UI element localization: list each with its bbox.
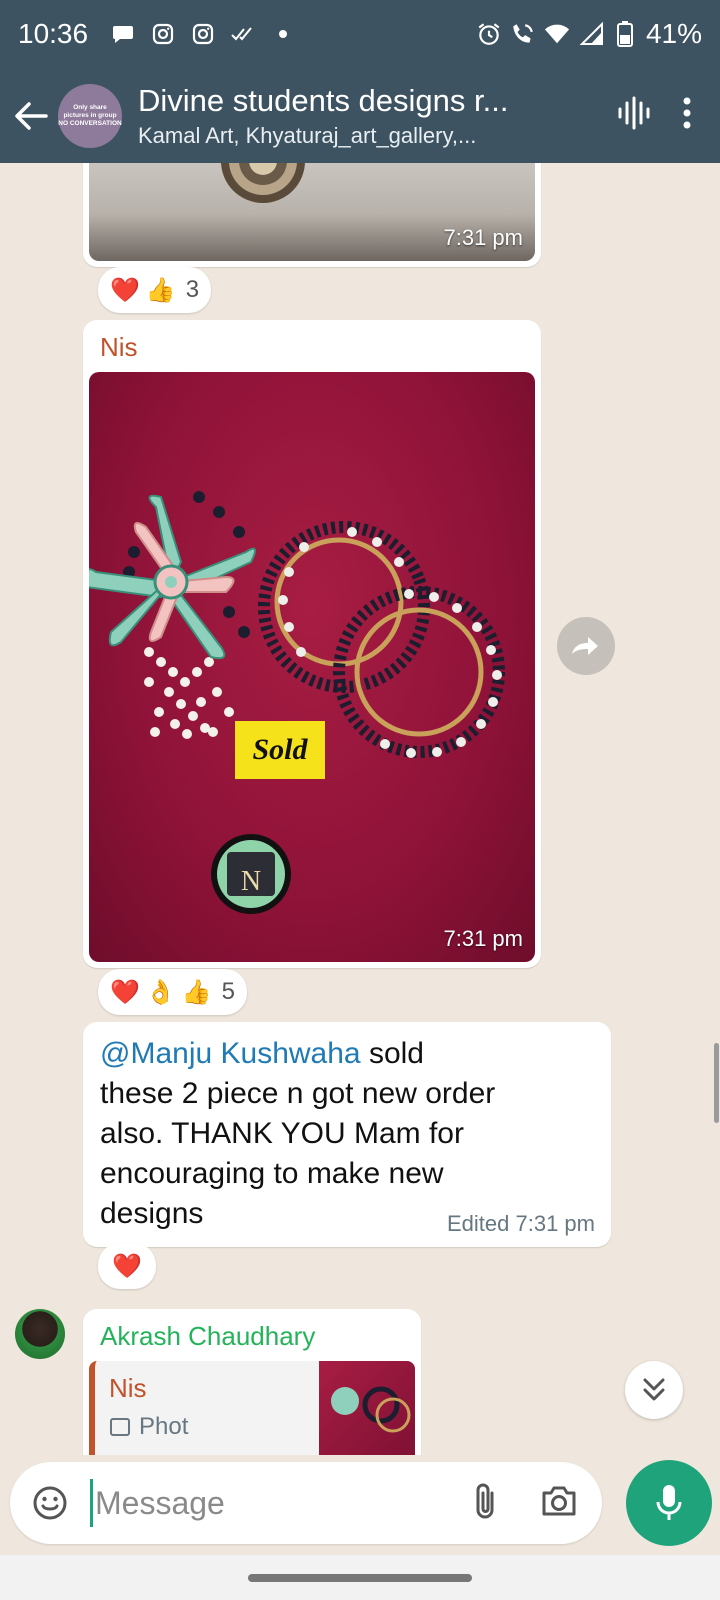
sender-name: Akrash Chaudhary [100,1321,316,1351]
reactions-bar[interactable]: ❤️ [98,1243,156,1289]
svg-text:N: N [241,866,261,897]
avatar-text: pictures in group [63,111,117,119]
wifi-icon [544,21,570,47]
mention-link[interactable]: @Manju Kushwaha [100,1037,361,1070]
home-gesture-bar[interactable] [248,1574,472,1582]
scrollbar[interactable] [714,1043,719,1123]
quoted-preview-text: Phot [139,1413,189,1440]
group-avatar[interactable]: Only share pictures in group NO CONVERSA… [58,83,122,148]
pendant-image [221,163,305,203]
thumbs-up-reaction: 👍 [181,978,212,1006]
double-chevron-down-icon [643,1378,665,1401]
status-left-icons [110,21,296,47]
image-message[interactable]: Nis N Sold 7:31 pm [83,320,541,968]
text-message[interactable]: @Manju Kushwaha sold these 2 piece n got… [83,1022,611,1247]
quoted-message[interactable]: Nis Phot [89,1361,415,1455]
system-nav-bar [0,1555,720,1600]
message-photo[interactable]: 7:31 pm [89,163,535,261]
quoted-thumbnail [319,1361,415,1455]
photo-icon [110,1418,130,1436]
quoted-preview: Phot [109,1413,188,1441]
double-check-icon [230,21,256,47]
ok-hand-reaction: 👌 [145,978,176,1006]
composer-actions [472,1481,578,1526]
heart-reaction: ❤️ [110,978,140,1006]
instagram-icon [190,21,216,47]
more-vertical-icon [683,97,691,129]
heart-reaction: ❤️ [110,276,140,304]
chat-area[interactable]: 7:31 pm ❤️ 👍 3 Nis N Sold 7:31 pm ❤️ 👌 👍… [0,163,720,1455]
quoted-sender: Nis [109,1373,147,1403]
back-button[interactable] [4,86,58,146]
wifi-call-icon [510,21,536,47]
microphone-icon [656,1485,682,1520]
voice-chat-button[interactable] [616,95,652,136]
message-text: sold [360,1037,424,1070]
dot-icon [270,21,296,47]
message-time: 7:31 pm [443,225,524,250]
reaction-count: 3 [185,276,200,303]
status-time: 10:36 [18,18,89,49]
image-message[interactable]: 7:31 pm [83,163,541,267]
message-photo[interactable]: N Sold 7:31 pm [89,372,535,962]
emoji-button[interactable] [10,1485,90,1521]
more-options-button[interactable] [682,96,692,135]
message-line: @Manju Kushwaha sold [100,1034,600,1074]
forward-icon [572,637,598,655]
message-line: these 2 piece n got new order [100,1077,496,1110]
edited-label: Edited [446,1211,510,1236]
avatar-text: Only share [73,103,107,111]
avatar-text: NO CONVERSATION [58,119,122,127]
thumbs-up-reaction: 👍 [145,276,176,304]
group-members: Kamal Art, Khyaturaj_art_gallery,... [138,122,477,148]
text-caret [90,1479,93,1527]
message-body: @Manju Kushwaha sold these 2 piece n got… [100,1034,600,1234]
chat-bubble-icon [110,21,136,47]
group-info[interactable]: Divine students designs r... Kamal Art, … [138,83,548,149]
group-title: Divine students designs r... [138,82,509,118]
alarm-icon [476,21,502,47]
camera-icon [542,1486,576,1515]
sender-name: Nis [100,332,138,362]
heart-reaction: ❤️ [112,1252,142,1280]
chat-header: Only share pictures in group NO CONVERSA… [0,68,720,163]
battery-icon [612,21,638,47]
message-line: also. THANK YOU Mam for [100,1117,464,1150]
camera-button[interactable] [540,1484,578,1523]
battery-percent: 41% [645,18,702,49]
avatar[interactable] [15,1309,65,1359]
message-input[interactable]: Message [95,1485,472,1522]
message-time: 7:31 pm [515,1211,596,1236]
attach-button[interactable] [472,1481,498,1526]
message-meta: Edited 7:31 pm [447,1211,595,1237]
reaction-count: 5 [221,978,236,1005]
header-actions [616,95,692,136]
reactions-bar[interactable]: ❤️ 👌 👍 5 [98,969,248,1015]
instagram-icon [150,21,176,47]
audio-wave-icon [618,96,650,130]
forward-button[interactable] [557,617,615,675]
smiley-icon [33,1486,67,1520]
status-right: 41% [476,18,702,50]
scroll-to-bottom-button[interactable] [625,1361,683,1419]
message-time: 7:31 pm [443,926,524,951]
reply-message[interactable]: Akrash Chaudhary Nis Phot [83,1309,421,1455]
signal-icon [578,21,604,47]
composer: Message [10,1462,602,1544]
paperclip-icon [476,1483,494,1518]
arrow-left-icon [15,101,48,130]
sold-badge: Sold [235,721,325,779]
status-bar: 10:36 41% [0,0,720,68]
reactions-bar[interactable]: ❤️ 👍 3 [98,267,212,313]
voice-record-button[interactable] [626,1460,712,1546]
message-line: encouraging to make new [100,1157,444,1190]
jewelry-image: N [89,491,505,914]
